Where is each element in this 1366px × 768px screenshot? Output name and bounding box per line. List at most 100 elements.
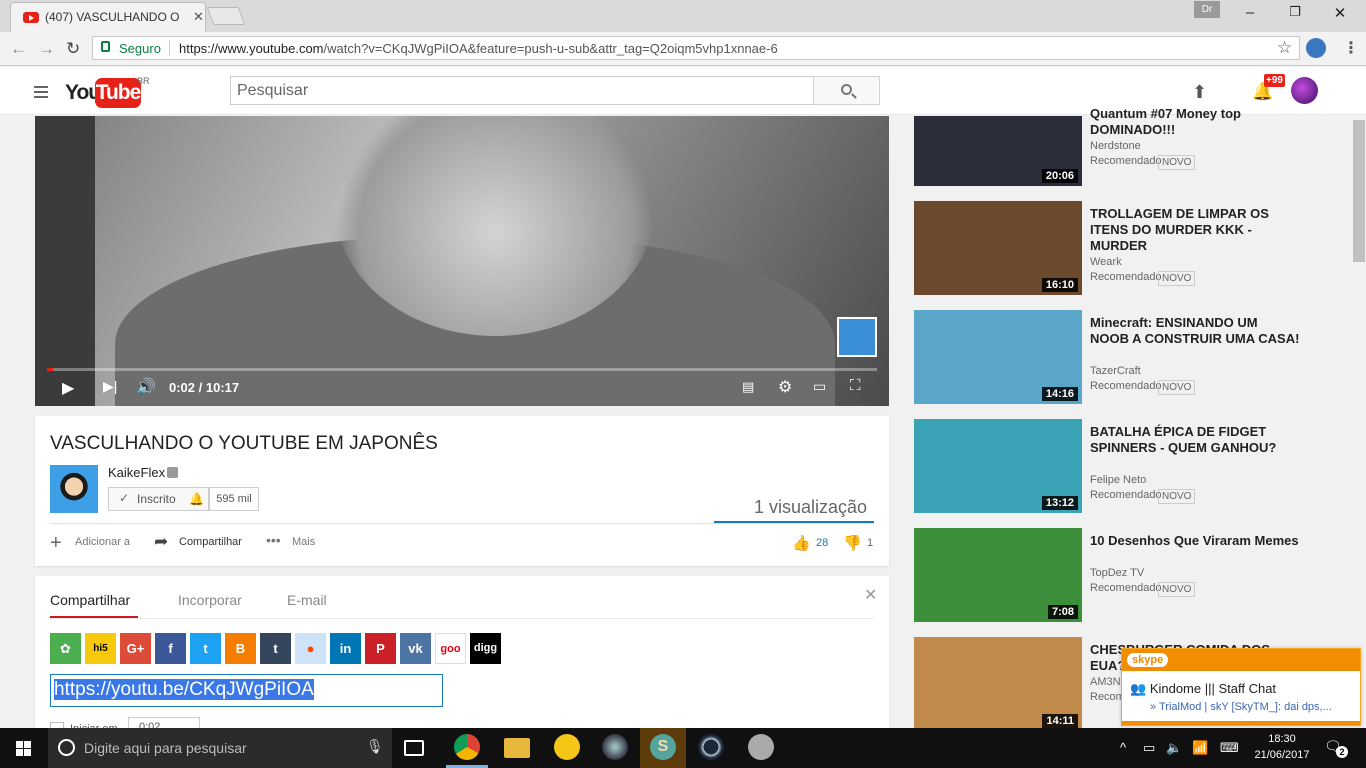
fullscreen-icon[interactable]: ⛶ xyxy=(850,377,861,394)
app-audio-icon[interactable] xyxy=(748,734,774,760)
menu-icon[interactable]: ⋮ xyxy=(1343,38,1359,58)
recommendation-channel[interactable]: AM3N xyxy=(1090,676,1121,688)
file-explorer-icon[interactable] xyxy=(504,738,530,758)
recommendation-title[interactable]: Quantum #07 Money top DOMINADO!!! xyxy=(1090,106,1300,138)
browser-tab[interactable]: (407) VASCULHANDO O ✕ xyxy=(10,2,206,32)
recommendation-thumbnail[interactable]: 7:08 xyxy=(914,528,1082,622)
share-reddit-icon[interactable]: ● xyxy=(295,633,326,664)
subscription-bell-icon[interactable]: 🔔 xyxy=(185,487,209,511)
volume-tray-icon[interactable]: 🔈 xyxy=(1166,740,1182,756)
input-keyboard-icon[interactable]: ⌨ xyxy=(1220,740,1239,756)
add-to-button[interactable]: Adicionar a xyxy=(75,536,130,548)
reload-icon[interactable]: ↻ xyxy=(66,39,80,59)
next-icon[interactable]: ▶| xyxy=(103,378,117,395)
action-center-icon[interactable]: 🗨 2 xyxy=(1324,738,1348,758)
dislike-icon[interactable]: 👎 xyxy=(843,534,862,552)
share-digg-icon[interactable]: digg xyxy=(470,633,501,664)
recommendation-channel[interactable]: Nerdstone xyxy=(1090,140,1141,152)
subtitles-icon[interactable]: ▤ xyxy=(742,379,754,395)
battery-icon[interactable]: ▭ xyxy=(1143,740,1155,756)
notification-badge: +99 xyxy=(1264,74,1285,87)
channel-name[interactable]: KaikeFlex xyxy=(108,465,165,480)
system-clock[interactable]: 18:30 21/06/2017 xyxy=(1252,731,1312,763)
progress-bar[interactable] xyxy=(47,368,877,371)
windows-start-icon[interactable] xyxy=(16,741,32,757)
tab-email[interactable]: E-mail xyxy=(287,592,327,608)
tab-share[interactable]: Compartilhar xyxy=(50,592,130,608)
back-icon[interactable]: ← xyxy=(10,39,27,59)
share-twitter-icon[interactable]: t xyxy=(190,633,221,664)
recommendation-title[interactable]: 10 Desenhos Que Viraram Memes xyxy=(1090,533,1300,549)
play-icon[interactable]: ▶ xyxy=(62,378,74,398)
recommendation-channel[interactable]: TopDez TV xyxy=(1090,567,1144,579)
recommendation-item[interactable]: 14:16 Minecraft: ENSINANDO UM NOOB A CONS… xyxy=(914,310,1314,404)
recommendation-thumbnail[interactable]: 16:10 xyxy=(914,201,1082,295)
new-tab-button[interactable] xyxy=(206,7,246,25)
share-tumblr-icon[interactable]: t xyxy=(260,633,291,664)
close-icon[interactable]: ✕ xyxy=(864,585,877,605)
video-duration: 20:06 xyxy=(1041,169,1078,183)
share-blogger-icon[interactable]: B xyxy=(225,633,256,664)
more-button[interactable]: Mais xyxy=(292,536,315,548)
add-to-icon[interactable]: + xyxy=(50,532,62,555)
like-icon[interactable]: 👍 xyxy=(792,534,811,552)
share-arrow-icon[interactable]: ➦ xyxy=(154,532,168,552)
tab-embed[interactable]: Incorporar xyxy=(178,592,242,608)
subscribe-button[interactable]: Inscrito xyxy=(108,487,186,511)
recommendation-item[interactable]: 20:06 Quantum #07 Money top DOMINADO!!! Ne… xyxy=(914,92,1314,186)
recommendation-thumbnail[interactable]: 20:06 xyxy=(914,116,1082,186)
video-player[interactable] xyxy=(35,116,889,406)
recommendation-title[interactable]: BATALHA ÉPICA DE FIDGET SPINNERS - QUEM … xyxy=(1090,424,1300,456)
close-window-icon[interactable]: ✕ xyxy=(1330,4,1350,22)
theater-mode-icon[interactable]: ▭ xyxy=(813,378,826,395)
share-linkedin-icon[interactable]: in xyxy=(330,633,361,664)
address-bar[interactable]: Seguro https://www.youtube.com/watch?v=C… xyxy=(92,36,1300,60)
settings-gear-icon[interactable]: ⚙ xyxy=(778,377,792,397)
taskbar-search[interactable]: Digite aqui para pesquisar 🎙 xyxy=(48,728,392,768)
minimize-icon[interactable]: – xyxy=(1240,4,1260,21)
channel-watermark[interactable] xyxy=(837,317,877,357)
share-ameba-icon[interactable]: ✿ xyxy=(50,633,81,664)
recommendation-channel[interactable]: TazerCraft xyxy=(1090,365,1141,377)
recommendation-title[interactable]: Minecraft: ENSINANDO UM NOOB A CONSTRUIR… xyxy=(1090,315,1300,347)
share-url-field[interactable]: https://youtu.be/CKqJWgPiIOA xyxy=(50,674,443,707)
microphone-icon[interactable]: 🎙 xyxy=(366,738,384,755)
recommendation-channel[interactable]: Weark xyxy=(1090,256,1122,268)
scrollbar-thumb[interactable] xyxy=(1353,120,1365,262)
chrome-icon[interactable] xyxy=(454,734,480,760)
channel-avatar[interactable] xyxy=(50,465,98,513)
guide-menu-icon[interactable] xyxy=(34,86,48,98)
share-goo-icon[interactable]: goo xyxy=(435,633,466,664)
norton-icon[interactable] xyxy=(554,734,580,760)
show-hidden-icons[interactable]: ^ xyxy=(1120,740,1126,755)
share-button[interactable]: Compartilhar xyxy=(179,536,242,548)
search-input[interactable]: Pesquisar xyxy=(230,76,814,105)
share-vk-icon[interactable]: vk xyxy=(400,633,431,664)
forward-icon[interactable]: → xyxy=(38,39,55,59)
share-pinterest-icon[interactable]: P xyxy=(365,633,396,664)
extension-icon[interactable] xyxy=(1306,38,1326,58)
maximize-icon[interactable]: ❐ xyxy=(1285,4,1305,20)
recommendation-item[interactable]: 16:10 TROLLAGEM DE LIMPAR OS ITENS DO MUR… xyxy=(914,201,1314,295)
search-button[interactable] xyxy=(813,76,880,105)
share-google-plus-icon[interactable]: G+ xyxy=(120,633,151,664)
recommendation-thumbnail[interactable]: 14:16 xyxy=(914,310,1082,404)
task-view-icon[interactable] xyxy=(404,740,424,756)
recommendation-thumbnail[interactable]: 13:12 xyxy=(914,419,1082,513)
recommendation-item[interactable]: 7:08 10 Desenhos Que Viraram Memes TopDez … xyxy=(914,528,1314,622)
recommendation-item[interactable]: 13:12 BATALHA ÉPICA DE FIDGET SPINNERS - … xyxy=(914,419,1314,513)
recommendation-channel[interactable]: Felipe Neto xyxy=(1090,474,1146,486)
share-hi5-icon[interactable]: hi5 xyxy=(85,633,116,664)
recommendation-thumbnail[interactable]: 14:11 xyxy=(914,637,1082,731)
star-icon[interactable]: ☆ xyxy=(1277,38,1292,58)
volume-icon[interactable]: 🔊 xyxy=(136,377,156,397)
profile-button[interactable]: Dr xyxy=(1194,1,1220,18)
network-icon[interactable]: 📶 xyxy=(1192,740,1208,756)
app-globe-icon[interactable] xyxy=(602,734,628,760)
skype-notification[interactable]: skype 👥 Kindome ||| Staff Chat » TrialMo… xyxy=(1121,648,1361,726)
steam-icon[interactable] xyxy=(698,734,724,760)
more-dots-icon[interactable]: ••• xyxy=(266,532,281,548)
tab-close-icon[interactable]: ✕ xyxy=(193,9,204,25)
recommendation-title[interactable]: TROLLAGEM DE LIMPAR OS ITENS DO MURDER K… xyxy=(1090,206,1300,254)
share-facebook-icon[interactable]: f xyxy=(155,633,186,664)
